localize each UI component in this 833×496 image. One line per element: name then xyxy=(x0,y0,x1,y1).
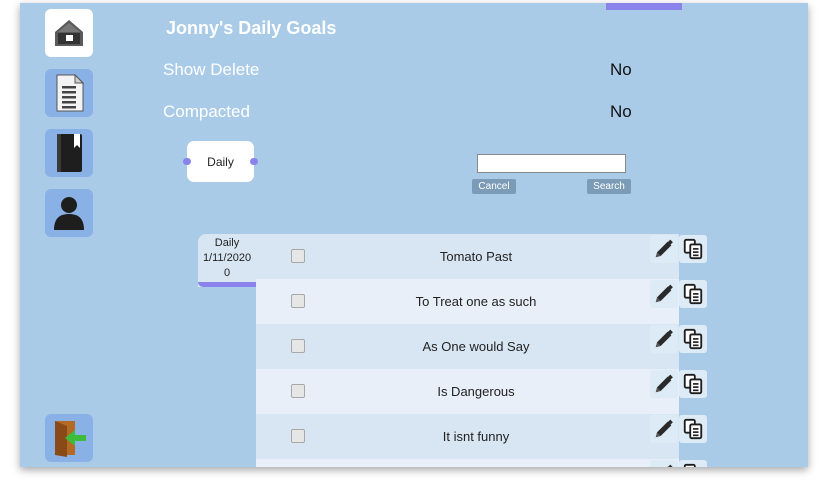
copy-goal-button[interactable] xyxy=(679,370,707,398)
group-date-label: 1/11/2020 xyxy=(202,252,252,264)
goal-label: Is Dangerous xyxy=(437,384,515,399)
filter-right-handle xyxy=(250,158,258,165)
document-icon xyxy=(56,73,85,112)
show-delete-toggle[interactable]: No xyxy=(610,60,632,80)
copy-icon xyxy=(683,373,703,395)
pencil-icon xyxy=(655,239,673,258)
edit-goal-button[interactable] xyxy=(650,415,678,443)
goal-checkbox[interactable] xyxy=(291,339,305,353)
logout-button[interactable] xyxy=(45,414,93,462)
edit-goal-button[interactable] xyxy=(650,235,678,263)
nav-journal-button[interactable] xyxy=(45,129,93,177)
goal-checkbox[interactable] xyxy=(291,384,305,398)
pencil-icon xyxy=(667,464,673,467)
goal-group-tab[interactable]: Daily 1/11/2020 0 xyxy=(198,234,256,287)
copy-icon xyxy=(683,418,703,440)
edit-goal-button[interactable] xyxy=(650,370,678,398)
daily-filter-label: Daily xyxy=(207,154,234,169)
nav-notes-button[interactable] xyxy=(45,69,93,117)
goal-checkbox[interactable] xyxy=(291,429,305,443)
copy-goal-button[interactable] xyxy=(679,415,707,443)
copy-icon xyxy=(683,463,696,467)
search-input[interactable] xyxy=(477,154,626,173)
top-accent-bar xyxy=(606,3,682,10)
goal-label: Tomato Past xyxy=(439,249,513,264)
goal-list: Tomato Past To Treat one as such As One … xyxy=(256,234,679,467)
app-window: Jonny's Daily Goals Show Delete No Compa… xyxy=(20,3,808,467)
goal-row: As One would Say xyxy=(256,324,679,369)
exit-door-icon xyxy=(55,421,86,457)
pencil-icon xyxy=(655,284,673,303)
goal-checkbox[interactable] xyxy=(291,294,305,308)
book-icon xyxy=(57,134,82,172)
goal-label: To Treat one as such xyxy=(415,294,537,309)
copy-icon xyxy=(683,238,703,260)
show-delete-label: Show Delete xyxy=(163,60,260,79)
goal-row: To Treat one as such xyxy=(256,279,679,324)
compacted-toggle[interactable]: No xyxy=(610,102,632,122)
goal-checkbox[interactable] xyxy=(291,249,305,263)
home-icon xyxy=(55,20,83,46)
search-button[interactable]: Search xyxy=(587,179,631,194)
goal-row: Is Dangerous xyxy=(256,369,679,414)
nav-profile-button[interactable] xyxy=(45,189,93,237)
daily-filter-button[interactable]: Daily xyxy=(183,141,258,182)
copy-icon xyxy=(683,283,703,305)
goal-row: Tomato Past xyxy=(256,234,679,279)
edit-goal-button[interactable] xyxy=(650,460,678,467)
copy-goal-button[interactable] xyxy=(679,280,707,308)
edit-goal-button[interactable] xyxy=(650,325,678,353)
nav-home-button[interactable] xyxy=(45,9,93,57)
cancel-button[interactable]: Cancel xyxy=(472,179,516,194)
pencil-icon xyxy=(655,419,673,438)
copy-icon xyxy=(683,328,703,350)
page-title: Jonny's Daily Goals xyxy=(166,18,337,38)
compacted-label: Compacted xyxy=(163,102,250,121)
goal-label: It isnt funny xyxy=(442,429,510,444)
goal-label: As One would Say xyxy=(422,339,530,354)
copy-goal-button[interactable] xyxy=(679,235,707,263)
filter-left-handle xyxy=(183,158,191,165)
group-accent-bar xyxy=(198,282,256,287)
copy-goal-button[interactable] xyxy=(679,325,707,353)
copy-goal-button[interactable] xyxy=(679,460,707,467)
pencil-icon xyxy=(655,374,673,393)
edit-goal-button[interactable] xyxy=(650,280,678,308)
pencil-icon xyxy=(655,329,673,348)
goal-row: It isnt funny xyxy=(256,414,679,459)
group-type-label: Daily xyxy=(214,237,240,249)
goal-row-partial xyxy=(256,459,679,467)
person-icon xyxy=(54,197,84,230)
group-count-label: 0 xyxy=(223,267,231,279)
